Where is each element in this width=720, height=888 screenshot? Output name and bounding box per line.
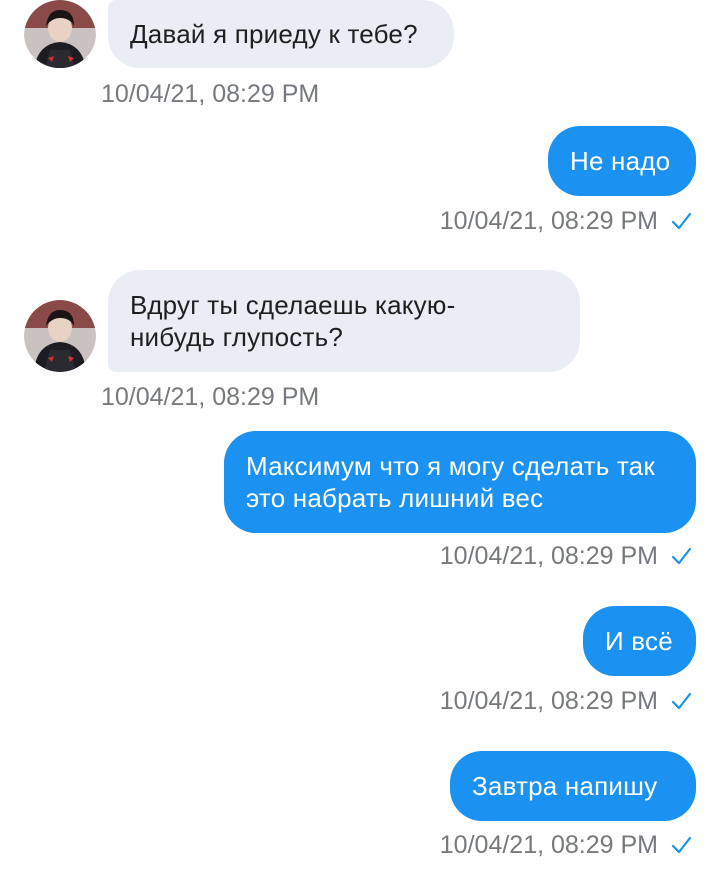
- message-timestamp: 10/04/21, 08:29 PM: [439, 542, 658, 570]
- message-text: Вдруг ты сделаешь какую-нибудь глупость?: [130, 290, 456, 352]
- avatar-image: [24, 0, 96, 68]
- message-text: Давай я приеду к тебе?: [130, 19, 418, 49]
- message-text: Максимум что я могу сделать так это набр…: [246, 451, 655, 513]
- message-timestamp: 10/04/21, 08:29 PM: [439, 831, 658, 859]
- check-icon: [671, 212, 692, 230]
- check-icon: [671, 547, 692, 565]
- message-timestamp: 10/04/21, 08:29 PM: [101, 383, 320, 411]
- message-timestamp: 10/04/21, 08:29 PM: [101, 80, 320, 108]
- message-text: Завтра напишу: [472, 771, 658, 801]
- message-timestamp-row: 10/04/21, 08:29 PM: [440, 206, 692, 236]
- message-bubble-outgoing[interactable]: Завтра напишу: [450, 751, 696, 821]
- message-bubble-outgoing[interactable]: Не надо: [548, 126, 696, 196]
- contact-avatar[interactable]: [24, 300, 96, 372]
- message-timestamp-row: 10/04/21, 08:29 PM: [440, 830, 692, 860]
- check-icon: [671, 692, 692, 710]
- message-bubble-outgoing[interactable]: Максимум что я могу сделать так это набр…: [224, 431, 696, 533]
- message-timestamp-row: 10/04/21, 08:29 PM: [440, 686, 692, 716]
- avatar-image: [24, 300, 96, 372]
- message-bubble-incoming[interactable]: Вдруг ты сделаешь какую-нибудь глупость?: [108, 270, 580, 372]
- message-bubble-outgoing[interactable]: И всё: [583, 606, 696, 676]
- message-timestamp-row: 10/04/21, 08:29 PM: [440, 541, 692, 571]
- chat-thread[interactable]: Давай я приеду к тебе? 10/04/21, 08:29 P…: [0, 0, 720, 888]
- message-timestamp: 10/04/21, 08:29 PM: [439, 687, 658, 715]
- message-text: Не надо: [570, 146, 671, 176]
- contact-avatar[interactable]: [24, 0, 96, 68]
- message-bubble-incoming[interactable]: Давай я приеду к тебе?: [108, 0, 454, 68]
- message-timestamp: 10/04/21, 08:29 PM: [439, 207, 658, 235]
- message-text: И всё: [605, 626, 673, 656]
- check-icon: [671, 836, 692, 854]
